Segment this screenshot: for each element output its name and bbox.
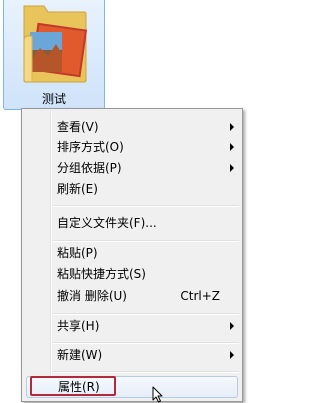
menu-item-customize-folder[interactable]: 自定义文件夹(F)... — [24, 213, 240, 233]
menu-separator — [53, 240, 239, 242]
menu-item-label: 属性(R) — [58, 380, 100, 394]
menu-item-label: 新建(W) — [57, 348, 103, 362]
submenu-arrow-icon — [230, 164, 234, 172]
menu-item-label: 查看(V) — [57, 120, 99, 134]
menu-separator — [53, 342, 239, 344]
context-menu: 查看(V) 排序方式(O) 分组依据(P) 刷新(E) 自定义文件夹(F)...… — [21, 108, 243, 402]
folder-icon — [23, 5, 88, 83]
menu-item-label: 粘贴(P) — [57, 246, 98, 260]
menu-item-share[interactable]: 共享(H) — [24, 316, 240, 336]
menu-item-label: 共享(H) — [57, 319, 100, 333]
folder-item[interactable]: 测试 — [3, 0, 105, 110]
menu-separator — [53, 371, 239, 373]
menu-item-new[interactable]: 新建(W) — [24, 345, 240, 365]
menu-separator — [53, 313, 239, 315]
folder-name: 测试 — [41, 92, 66, 106]
menu-item-label: 刷新(E) — [57, 182, 98, 196]
menu-item-undo-delete[interactable]: 撤消 删除(U) Ctrl+Z — [24, 286, 240, 306]
menu-item-label: 自定义文件夹(F)... — [57, 216, 157, 230]
menu-item-view[interactable]: 查看(V) — [24, 117, 240, 137]
menu-item-shortcut: Ctrl+Z — [180, 289, 220, 303]
menu-item-label: 粘贴快捷方式(S) — [57, 267, 146, 281]
menu-item-sort-by[interactable]: 排序方式(O) — [24, 137, 240, 157]
menu-item-refresh[interactable]: 刷新(E) — [24, 179, 240, 199]
menu-item-properties[interactable]: 属性(R) — [26, 376, 238, 398]
menu-item-label: 排序方式(O) — [57, 140, 124, 154]
submenu-arrow-icon — [230, 123, 234, 131]
submenu-arrow-icon — [230, 143, 234, 151]
menu-item-label: 分组依据(P) — [57, 161, 122, 175]
menu-item-paste-shortcut[interactable]: 粘贴快捷方式(S) — [24, 264, 240, 284]
menu-item-group-by[interactable]: 分组依据(P) — [24, 158, 240, 178]
mouse-cursor-icon — [152, 386, 163, 403]
submenu-arrow-icon — [230, 351, 234, 359]
menu-separator — [53, 205, 239, 207]
menu-item-paste[interactable]: 粘贴(P) — [24, 243, 240, 263]
submenu-arrow-icon — [230, 322, 234, 330]
desktop: 测试 查看(V) 排序方式(O) 分组依据(P) 刷新(E) 自定义文件夹(F)… — [0, 0, 246, 403]
menu-item-label: 撤消 删除(U) — [57, 289, 127, 303]
